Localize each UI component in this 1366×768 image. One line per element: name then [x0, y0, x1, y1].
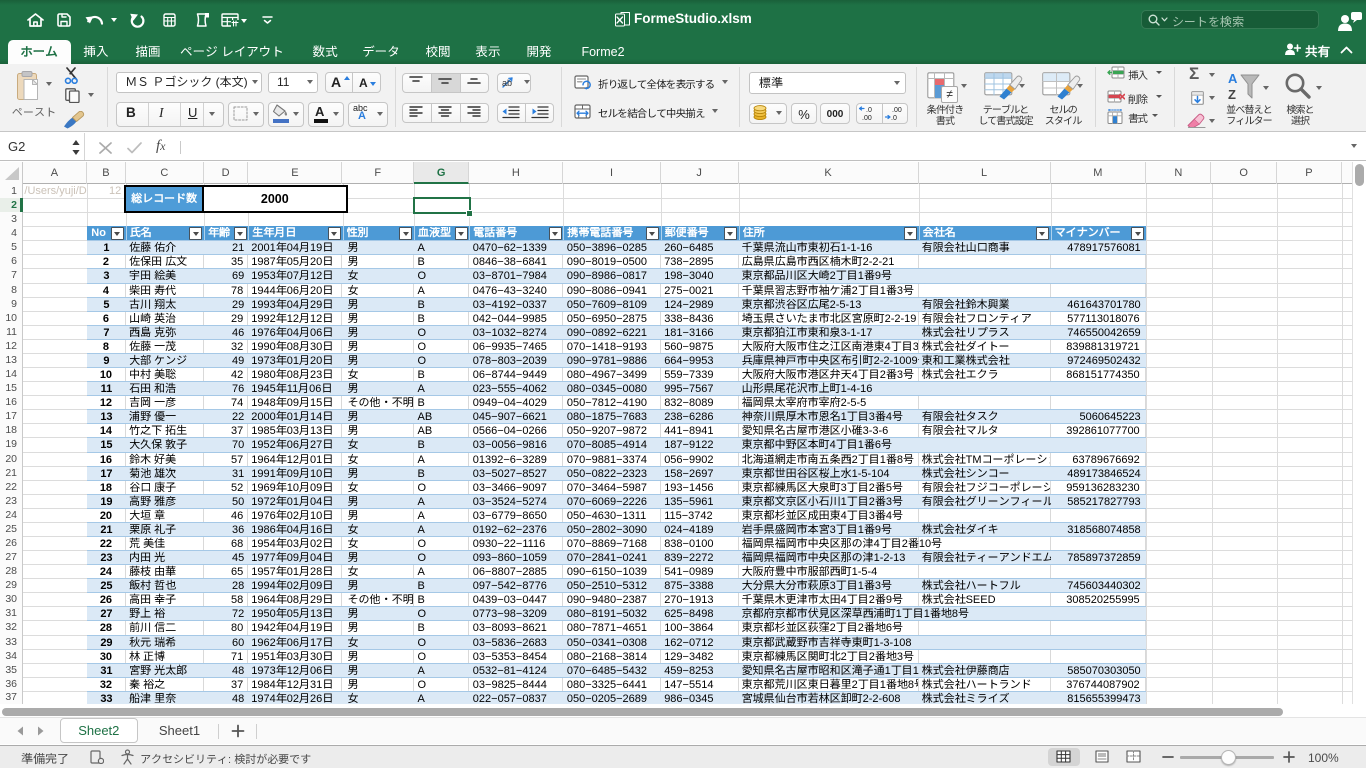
- svg-text:ab: ab: [502, 78, 512, 88]
- svg-text:.0: .0: [891, 115, 897, 121]
- svg-text:.0: .0: [866, 107, 872, 114]
- svg-text:.00: .00: [892, 107, 902, 114]
- svg-text:.00: .00: [862, 115, 872, 121]
